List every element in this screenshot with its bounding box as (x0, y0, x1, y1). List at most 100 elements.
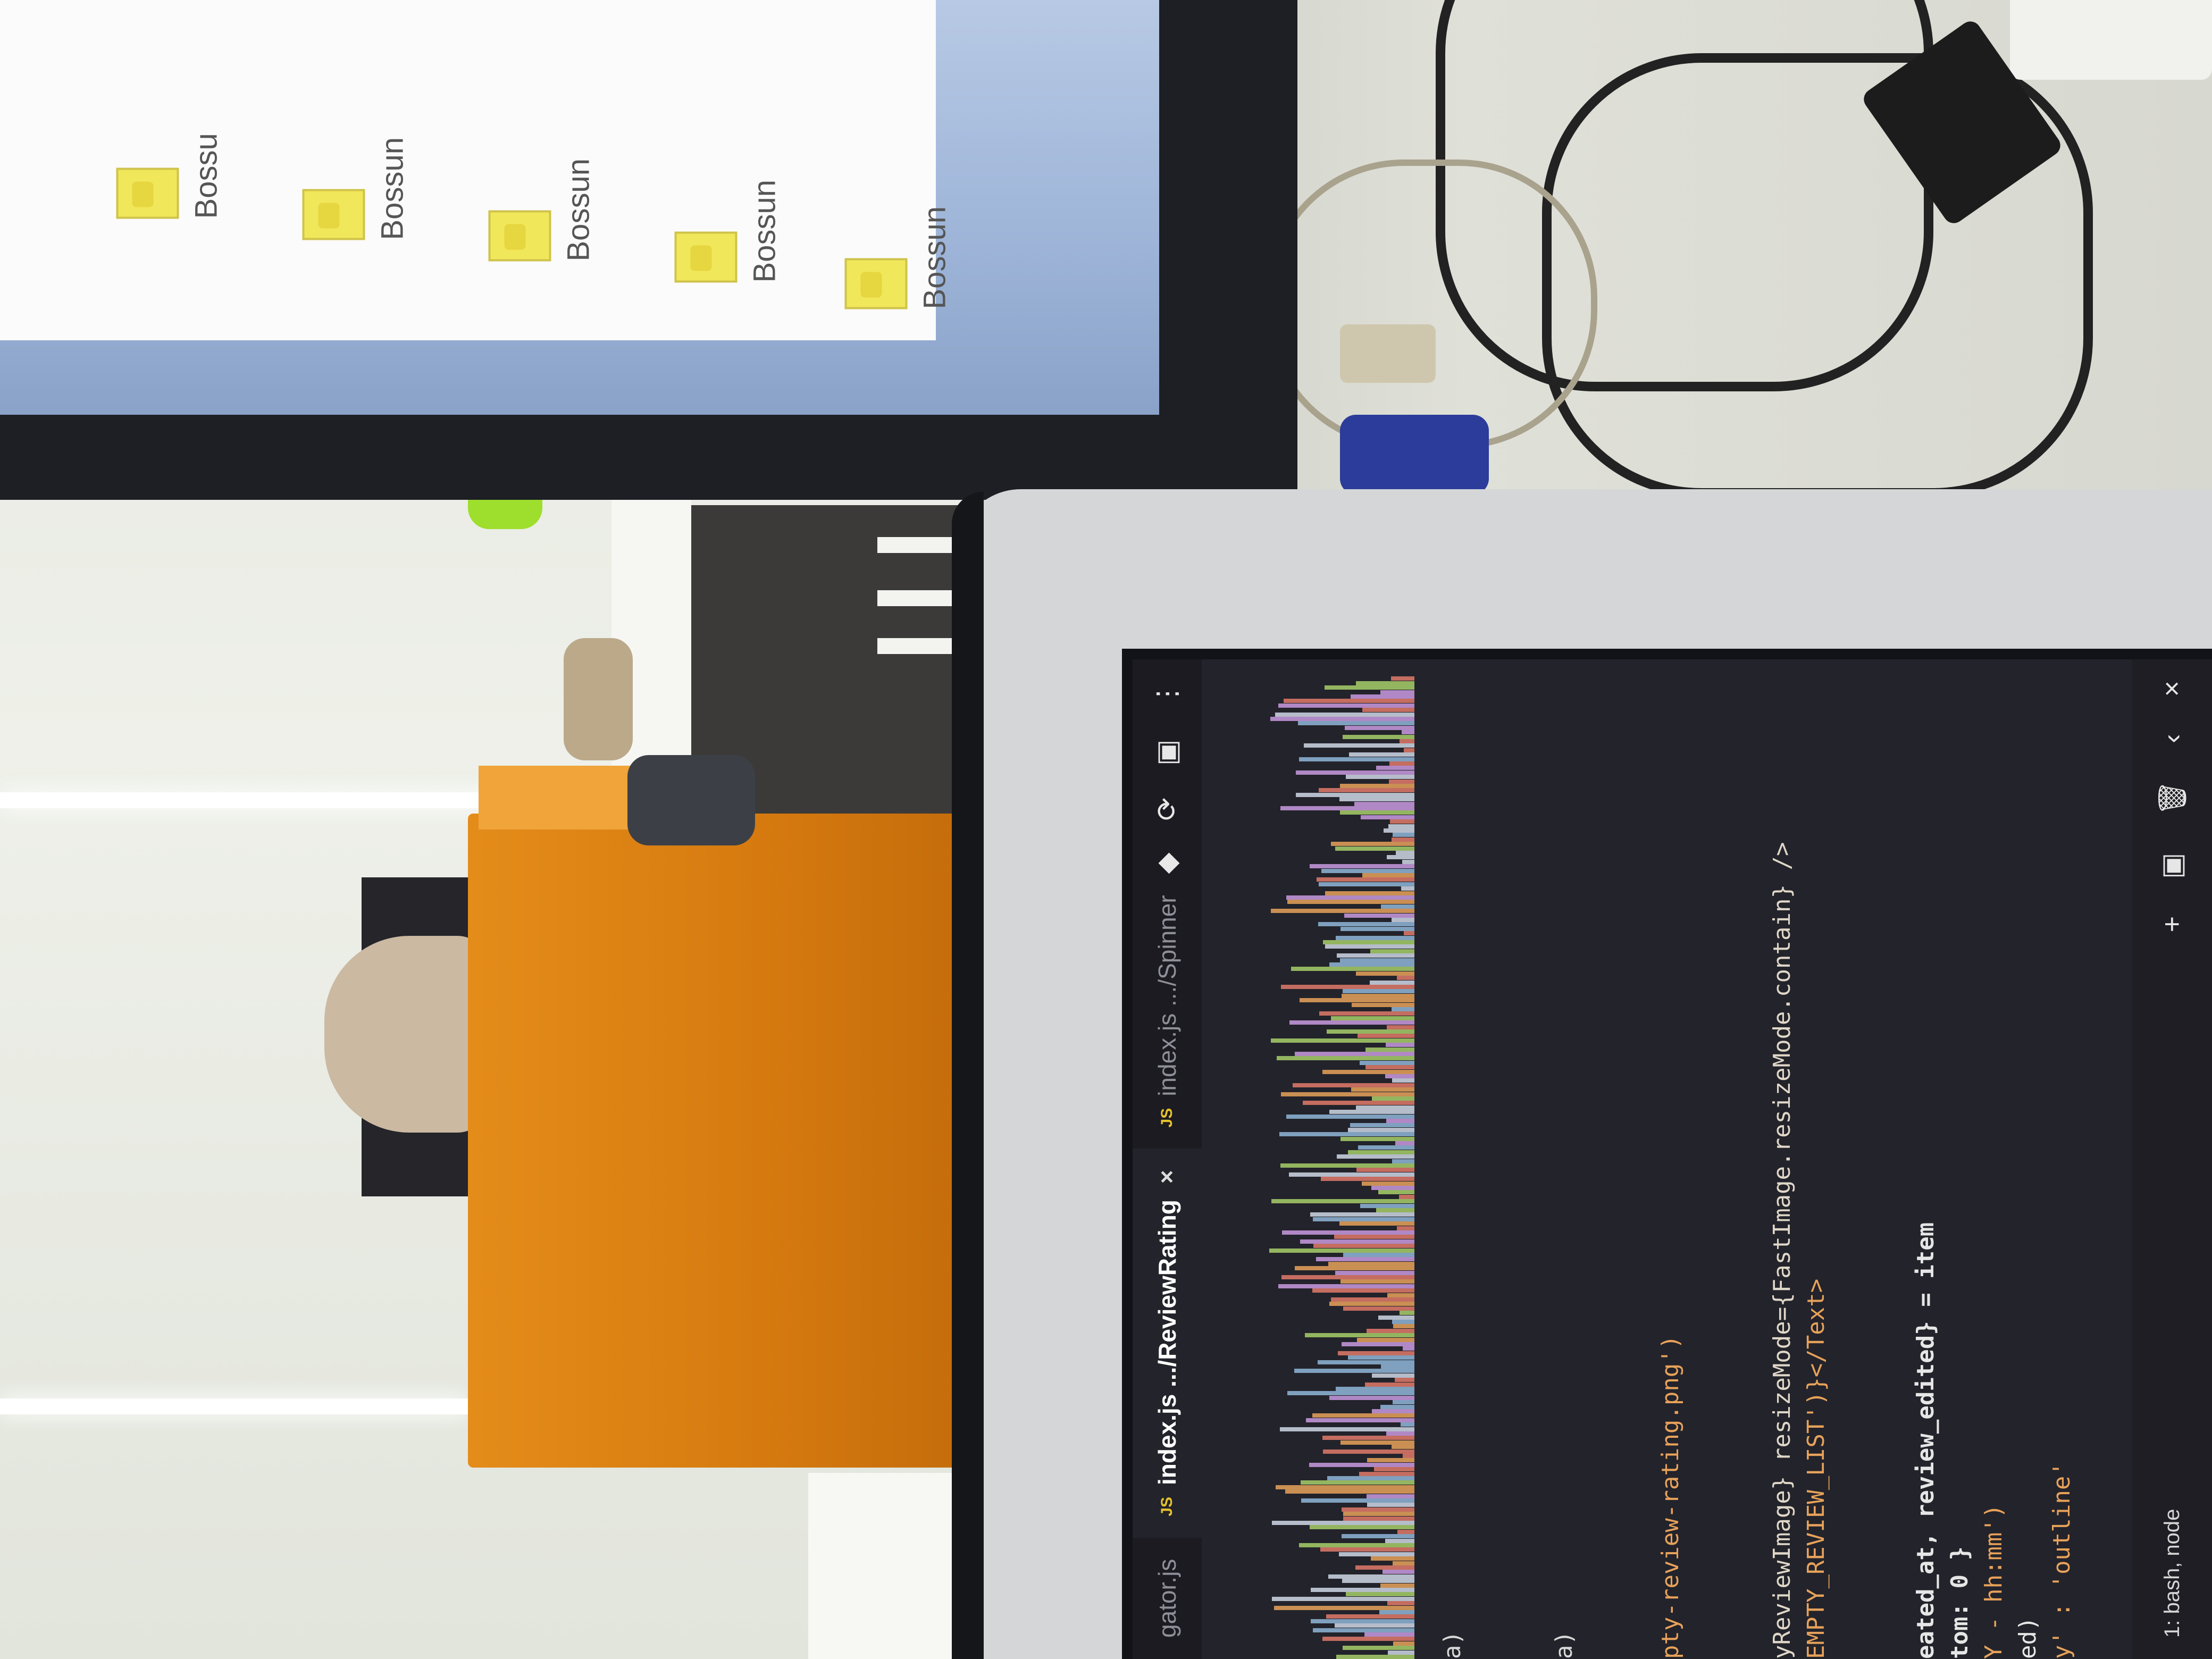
minimap-line (1402, 859, 1414, 864)
minimap-line (1329, 1302, 1414, 1306)
minimap-line (1313, 1628, 1414, 1632)
minimap-line (1374, 1467, 1414, 1472)
code-line: a) (1439, 1631, 1466, 1659)
minimap-line (1295, 792, 1414, 797)
minimap-line (1294, 1369, 1414, 1373)
code-area[interactable]: a) a) pty-review-rating.png') yReviewIma… (1414, 659, 2122, 1659)
minimap-line (1287, 900, 1414, 904)
split-terminal-icon[interactable]: ▣ (2156, 853, 2189, 879)
minimap-line (1322, 1449, 1414, 1454)
file-item[interactable]: Bossun (488, 102, 597, 262)
git-icon[interactable]: ◆ (1151, 852, 1183, 874)
minimap-line (1359, 1060, 1414, 1065)
minimap-line (1371, 1186, 1414, 1190)
minimap-line (1340, 1136, 1414, 1141)
minimap-line (1328, 1574, 1414, 1579)
minimap-line (1300, 1239, 1414, 1244)
ethernet-plug (1340, 324, 1436, 383)
minimap-line (1339, 1221, 1414, 1226)
file-item[interactable]: Bossun (302, 81, 410, 240)
minimap-line (1359, 1471, 1414, 1476)
minimap-line (1302, 1101, 1414, 1105)
minimap-line (1372, 1096, 1414, 1101)
minimap-line (1342, 734, 1414, 739)
minimap-line (1325, 944, 1414, 949)
minimap-line (1334, 1235, 1414, 1239)
minimap-line (1367, 1458, 1414, 1463)
split-editor-icon[interactable]: ▣ (1151, 740, 1183, 766)
more-actions-icon[interactable]: ⋮ (1151, 680, 1183, 708)
minimap-line (1378, 1315, 1414, 1320)
compare-changes-icon[interactable]: ⟳ (1151, 798, 1183, 821)
code-line: Y - hh:mm') (1980, 1504, 2007, 1659)
minimap-line (1276, 1056, 1414, 1061)
file-name: Bossun (375, 137, 410, 240)
minimap[interactable] (1202, 659, 1414, 1659)
file-item[interactable]: Bossu (116, 60, 224, 219)
laptop-edge (952, 492, 984, 1659)
minimap-line (1347, 1127, 1414, 1132)
minimap-line (1335, 1270, 1414, 1275)
minimap-line (1401, 886, 1414, 891)
minimap-line (1279, 1427, 1414, 1431)
minimap-line (1365, 1382, 1414, 1387)
window-slat (877, 537, 957, 553)
external-monitor: Bossu Bossun Bossun Bossun Bossun (0, 0, 1297, 500)
code-line: y' : 'outline' (2048, 1462, 2075, 1659)
minimap-line (1342, 1579, 1414, 1583)
add-terminal-icon[interactable]: + (2156, 916, 2189, 932)
close-icon[interactable]: × (1154, 1170, 1180, 1184)
minimap-line (1339, 797, 1414, 802)
close-panel-icon[interactable]: × (2156, 681, 2189, 697)
minimap-line (1392, 1320, 1414, 1324)
minimap-line (1385, 1043, 1414, 1048)
minimap-line (1380, 904, 1414, 909)
minimap-line (1356, 681, 1414, 685)
minimap-line (1318, 922, 1414, 927)
minimap-line (1340, 810, 1414, 815)
minimap-line (1392, 1078, 1414, 1083)
editor-toolbar: ◆ ⟳ ▣ ⋮ (1151, 659, 1183, 874)
minimap-line (1389, 761, 1414, 766)
file-item[interactable]: Bossun (844, 150, 953, 309)
terminal-select[interactable]: 1: bash, node (2160, 1509, 2184, 1638)
minimap-line (1271, 1521, 1414, 1525)
minimap-line (1351, 1002, 1414, 1007)
minimap-line (1271, 909, 1414, 914)
tab-index-js-spinner[interactable]: JS index.js .../Spinner (1133, 874, 1202, 1149)
minimap-line (1280, 1163, 1414, 1168)
minimap-line (1358, 1145, 1414, 1150)
minimap-line (1284, 699, 1414, 703)
minimap-line (1335, 1387, 1414, 1391)
minimap-line (1346, 1592, 1414, 1597)
minimap-line (1402, 1346, 1414, 1351)
minimap-line (1326, 1614, 1414, 1619)
minimap-line (1343, 1253, 1414, 1257)
minimap-line (1351, 694, 1414, 699)
minimap-line (1350, 1123, 1414, 1128)
minimap-line (1348, 752, 1414, 757)
minimap-line (1355, 1565, 1414, 1570)
editor-tab-bar: gator.js JS index.js .../ReviewRating × … (1133, 659, 1202, 1659)
tab-index-js-reviewrating[interactable]: JS index.js .../ReviewRating × (1133, 1149, 1202, 1538)
minimap-line (1336, 935, 1414, 940)
collapse-panel-icon[interactable]: ‹ (2156, 734, 2189, 743)
minimap-line (1344, 725, 1414, 730)
tab-gator-js[interactable]: gator.js (1133, 1538, 1202, 1659)
minimap-line (1322, 1436, 1414, 1440)
minimap-line (1343, 1512, 1414, 1516)
minimap-line (1325, 891, 1414, 895)
terminal-toolbar: + ▣ 🗑 ‹ × (2156, 681, 2189, 932)
file-item[interactable]: Bossun (674, 123, 783, 283)
trash-icon[interactable]: 🗑 (2156, 781, 2189, 816)
minimap-line (1287, 1391, 1414, 1396)
file-name: Bossu (189, 133, 224, 219)
minimap-line (1345, 775, 1414, 780)
minimap-line (1317, 1360, 1414, 1364)
minimap-line (1342, 1646, 1414, 1650)
minimap-line (1391, 1445, 1414, 1449)
minimap-line (1270, 717, 1414, 721)
minimap-line (1400, 1422, 1414, 1427)
minimap-line (1392, 1400, 1414, 1405)
minimap-line (1367, 1503, 1414, 1507)
